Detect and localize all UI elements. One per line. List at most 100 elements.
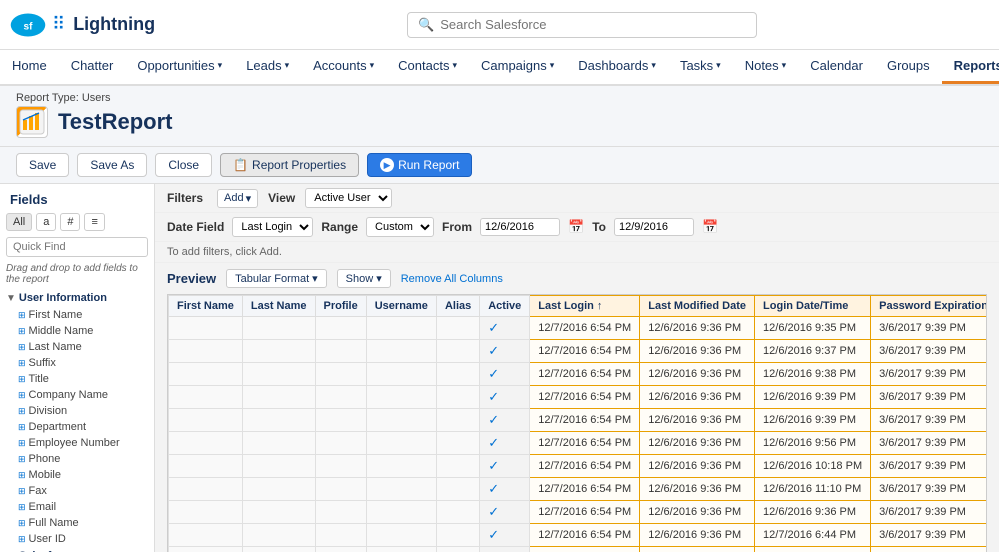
nav-tasks[interactable]: Tasks ▾ [668, 50, 733, 84]
nav-opportunities[interactable]: Opportunities ▾ [125, 50, 234, 84]
table-row: ✓12/7/2016 6:54 PM12/6/2016 9:36 PM12/6/… [169, 478, 988, 501]
sidebar: Fields All a # ≡ Drag and drop to add fi… [0, 184, 155, 552]
sidebar-tab-a[interactable]: a [36, 213, 56, 231]
table-row: ✓12/7/2016 6:54 PM12/6/2016 9:36 PM12/7/… [169, 547, 988, 552]
remove-all-columns-link[interactable]: Remove All Columns [401, 273, 503, 285]
col-active[interactable]: Active [480, 296, 530, 317]
nav-calendar[interactable]: Calendar [798, 50, 875, 84]
tree-item-email[interactable]: ⊞Email [0, 499, 154, 515]
to-date-input[interactable] [614, 218, 694, 236]
tree-item-phone[interactable]: ⊞Phone [0, 451, 154, 467]
nav-accounts[interactable]: Accounts ▾ [301, 50, 386, 84]
view-label: View [268, 191, 295, 205]
to-label: To [592, 220, 606, 234]
col-last-name[interactable]: Last Name [242, 296, 315, 317]
search-bar: 🔍 [407, 12, 757, 38]
tree-group-user-info[interactable]: ▼ User Information [0, 289, 154, 307]
quick-find-input[interactable] [6, 237, 148, 257]
run-report-button[interactable]: ▶ Run Report [367, 153, 472, 177]
tree-item-department[interactable]: ⊞Department [0, 419, 154, 435]
tree-item-user-id[interactable]: ⊞User ID [0, 531, 154, 547]
save-as-button[interactable]: Save As [77, 153, 147, 177]
table-row: ✓12/7/2016 6:54 PM12/6/2016 9:36 PM12/6/… [169, 432, 988, 455]
nav-home[interactable]: Home [0, 50, 59, 84]
preview-section: Preview Tabular Format ▾ Show ▾ Remove A… [155, 263, 999, 552]
nav-leads[interactable]: Leads ▾ [234, 50, 301, 84]
salesforce-logo: sf [10, 7, 46, 43]
table-row: ✓12/7/2016 6:54 PM12/6/2016 9:36 PM12/6/… [169, 317, 988, 340]
nav-contacts[interactable]: Contacts ▾ [386, 50, 469, 84]
tree-item-employee-number[interactable]: ⊞Employee Number [0, 435, 154, 451]
filters-label: Filters [167, 191, 207, 205]
col-alias[interactable]: Alias [436, 296, 479, 317]
date-field-label: Date Field [167, 220, 224, 234]
filter-hint: To add filters, click Add. [155, 242, 999, 263]
filters-panel: Filters Add ▾ View Active User Date Fiel… [155, 184, 999, 552]
sidebar-hint: Drag and drop to add fields to the repor… [0, 261, 154, 289]
nav-bar: Home Chatter Opportunities ▾ Leads ▾ Acc… [0, 50, 999, 86]
report-type-label: Report Type: Users [16, 92, 983, 104]
tree-item-suffix[interactable]: ⊞Suffix [0, 355, 154, 371]
check-icon: ✓ [488, 366, 499, 381]
sidebar-tab-list[interactable]: ≡ [84, 213, 104, 231]
check-icon: ✓ [488, 320, 499, 335]
from-label: From [442, 220, 472, 234]
save-button[interactable]: Save [16, 153, 69, 177]
tree-item-company-name[interactable]: ⊞Company Name [0, 387, 154, 403]
date-field-select[interactable]: Last Login [232, 217, 313, 237]
table-row: ✓12/7/2016 6:54 PM12/6/2016 9:36 PM12/6/… [169, 455, 988, 478]
format-button[interactable]: Tabular Format ▾ [226, 269, 327, 288]
check-icon: ✓ [488, 343, 499, 358]
col-username[interactable]: Username [366, 296, 436, 317]
table-row: ✓12/7/2016 6:54 PM12/6/2016 9:36 PM12/6/… [169, 501, 988, 524]
col-last-login[interactable]: Last Login ↑ [530, 296, 640, 317]
filters-row: Filters Add ▾ View Active User [155, 184, 999, 213]
close-button[interactable]: Close [155, 153, 212, 177]
tree-item-full-name[interactable]: ⊞Full Name [0, 515, 154, 531]
tree-item-title[interactable]: ⊞Title [0, 371, 154, 387]
date-field-row: Date Field Last Login Range Custom From … [155, 213, 999, 242]
search-input[interactable] [440, 17, 746, 32]
report-properties-button[interactable]: 📋 Report Properties [220, 153, 359, 177]
preview-header: Preview Tabular Format ▾ Show ▾ Remove A… [155, 263, 999, 294]
range-select[interactable]: Custom [366, 217, 434, 237]
app-launcher-icon[interactable]: ⠿ [52, 14, 65, 35]
from-date-input[interactable] [480, 218, 560, 236]
table-row: ✓12/7/2016 6:54 PM12/6/2016 9:36 PM12/6/… [169, 386, 988, 409]
nav-dashboards[interactable]: Dashboards ▾ [566, 50, 668, 84]
tree-item-division[interactable]: ⊞Division [0, 403, 154, 419]
calendar-from-icon[interactable]: 📅 [568, 219, 584, 235]
tree-group-sf-info[interactable]: ▼ Salesforce.com Information [0, 547, 154, 552]
col-profile[interactable]: Profile [315, 296, 366, 317]
nav-notes[interactable]: Notes ▾ [733, 50, 799, 84]
check-icon: ✓ [488, 458, 499, 473]
tree-item-middle-name[interactable]: ⊞Middle Name [0, 323, 154, 339]
col-first-name[interactable]: First Name [169, 296, 243, 317]
calendar-to-icon[interactable]: 📅 [702, 219, 718, 235]
add-filter-button[interactable]: Add ▾ [217, 189, 258, 208]
sidebar-tree: ▼ User Information ⊞First Name ⊞Middle N… [0, 289, 154, 552]
col-pwd-exp[interactable]: Password Expiration Date [871, 296, 987, 317]
nav-chatter[interactable]: Chatter [59, 50, 126, 84]
tree-item-mobile[interactable]: ⊞Mobile [0, 467, 154, 483]
report-icon [16, 106, 48, 138]
col-login-dt[interactable]: Login Date/Time [755, 296, 871, 317]
preview-table: First Name Last Name Profile Username Al… [168, 295, 987, 552]
top-bar: sf ⠿ Lightning 🔍 [0, 0, 999, 50]
check-icon: ✓ [488, 389, 499, 404]
nav-campaigns[interactable]: Campaigns ▾ [469, 50, 566, 84]
check-icon: ✓ [488, 435, 499, 450]
tree-item-fax[interactable]: ⊞Fax [0, 483, 154, 499]
col-last-modified[interactable]: Last Modified Date [640, 296, 755, 317]
view-select[interactable]: Active User [305, 188, 392, 208]
tree-item-first-name[interactable]: ⊞First Name [0, 307, 154, 323]
show-button[interactable]: Show ▾ [337, 269, 391, 288]
sidebar-tab-hash[interactable]: # [60, 213, 80, 231]
search-icon: 🔍 [418, 17, 434, 33]
sidebar-tab-all[interactable]: All [6, 213, 32, 231]
tree-item-last-name[interactable]: ⊞Last Name [0, 339, 154, 355]
nav-reports[interactable]: Reports ▾ [942, 50, 999, 84]
sidebar-title: Fields [0, 184, 154, 211]
report-title: TestReport [58, 109, 173, 135]
nav-groups[interactable]: Groups [875, 50, 942, 84]
